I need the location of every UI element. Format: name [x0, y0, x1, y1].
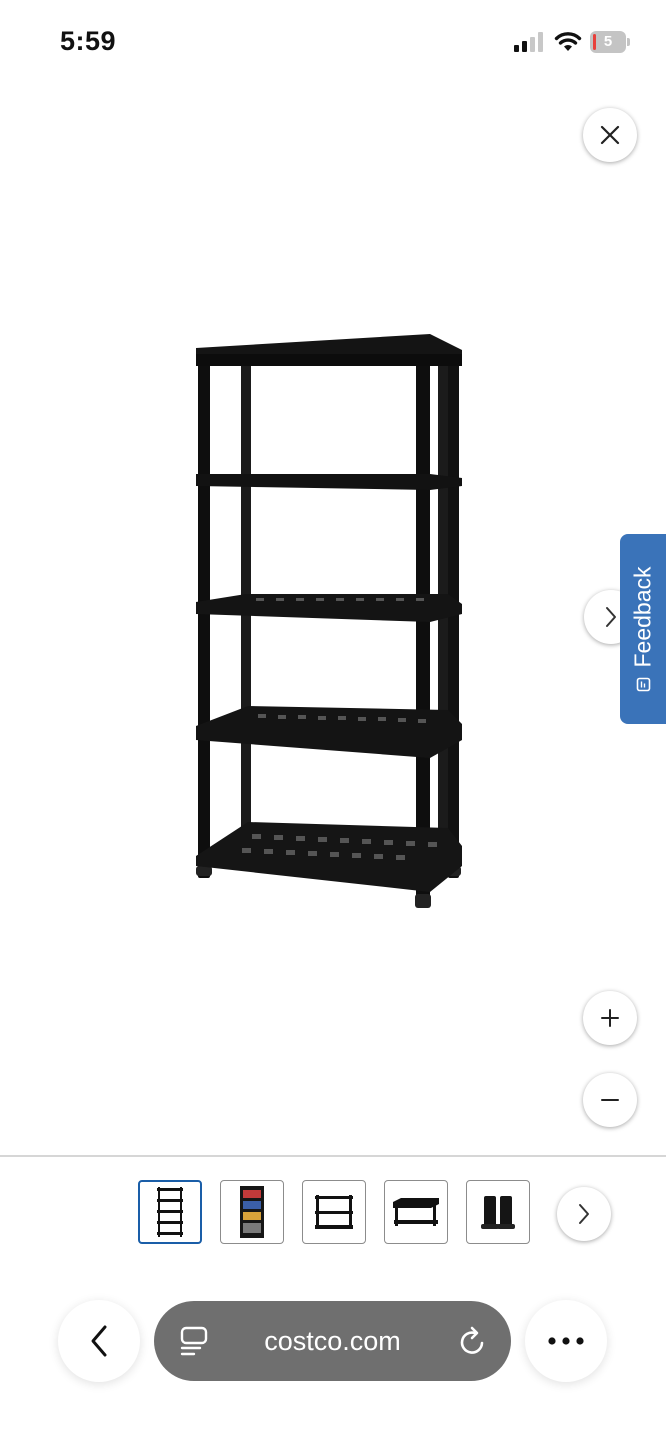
battery-level: 5 [603, 33, 613, 50]
zoom-in-button[interactable] [583, 991, 637, 1045]
thumbnail-1[interactable] [138, 1180, 202, 1244]
feedback-tab[interactable]: Feedback [620, 534, 666, 724]
minus-icon [601, 1099, 619, 1101]
more-dots-icon [548, 1337, 584, 1345]
chevron-left-icon [91, 1325, 107, 1357]
product-main-image [196, 334, 462, 908]
thumbnail-image [157, 1187, 183, 1237]
close-icon [600, 125, 620, 145]
thumbnail-2[interactable] [220, 1180, 284, 1244]
zoom-out-button[interactable] [583, 1073, 637, 1127]
browser-back-button[interactable] [58, 1300, 140, 1382]
battery-icon: 5 [590, 31, 630, 53]
plus-icon [601, 1009, 619, 1027]
browser-more-button[interactable] [525, 1300, 607, 1382]
chevron-right-icon [606, 607, 616, 627]
thumbnail-3[interactable] [302, 1180, 366, 1244]
thumbnail-image [393, 1198, 439, 1226]
cellular-signal-icon [514, 32, 543, 52]
feedback-label: Feedback [629, 566, 656, 668]
thumbnail-image [240, 1186, 264, 1238]
thumbnail-next-button[interactable] [557, 1187, 611, 1241]
close-button[interactable] [583, 108, 637, 162]
divider [0, 1155, 666, 1157]
chevron-right-icon [579, 1204, 589, 1224]
address-bar[interactable]: costco.com [154, 1301, 511, 1381]
feedback-icon [636, 677, 650, 692]
thumbnail-5[interactable] [466, 1180, 530, 1244]
wifi-icon [554, 32, 582, 51]
thumbnail-4[interactable] [384, 1180, 448, 1244]
reload-icon[interactable] [458, 1325, 488, 1357]
status-time: 5:59 [60, 26, 117, 56]
thumbnail-image [481, 1196, 515, 1229]
thumbnail-image [315, 1195, 353, 1229]
